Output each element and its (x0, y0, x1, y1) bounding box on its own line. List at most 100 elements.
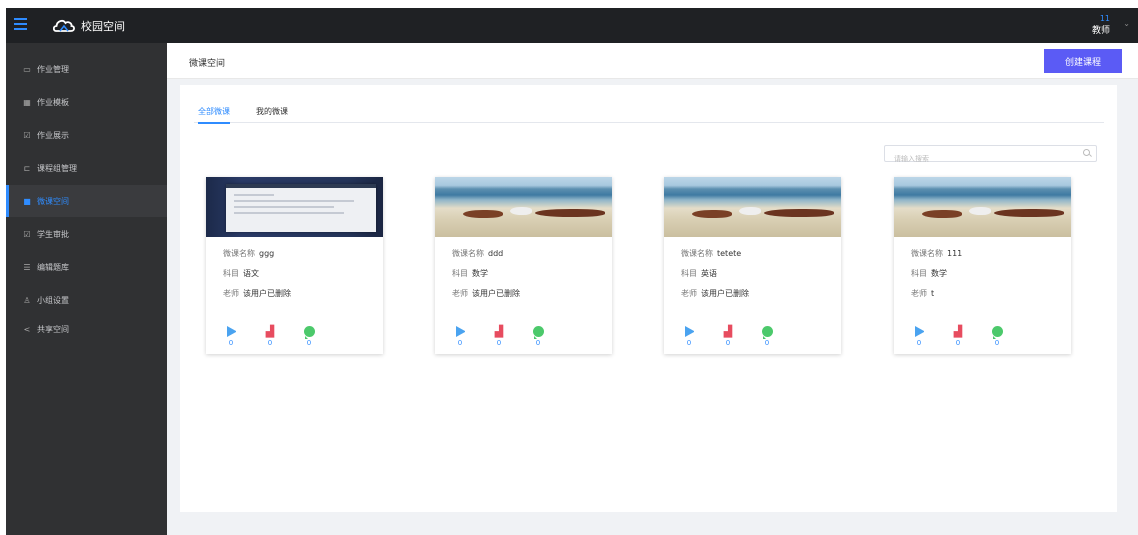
play-icon (455, 326, 465, 337)
course-card[interactable]: 微课名称 tetete 科目 英语 老师 该用户已删除 0 ▟ 0 0 (664, 177, 841, 354)
course-name-line: 微课名称 ggg (223, 249, 275, 258)
course-name: ggg (259, 249, 275, 258)
sidebar-item-label: 作业模板 (37, 97, 69, 107)
play-stat[interactable]: 0 (679, 326, 699, 347)
thumbs-up-icon: ▟ (953, 325, 963, 338)
course-name: ddd (488, 249, 504, 258)
course-teacher: 该用户已删除 (243, 289, 291, 298)
sidebar-item-shared-space[interactable]: < 共享空间 (6, 313, 167, 345)
create-course-button[interactable]: 创建课程 (1044, 49, 1122, 73)
course-subject: 数学 (931, 269, 947, 278)
like-stat[interactable]: ▟ 0 (489, 326, 509, 347)
grid-icon: ▦ (23, 97, 31, 107)
course-subject-line: 科目 英语 (681, 269, 717, 278)
search-icon[interactable] (1083, 149, 1090, 156)
folder-icon: ■ (23, 196, 31, 206)
app-title: 校园空间 (81, 20, 125, 33)
check-icon: ☑ (23, 130, 31, 140)
course-subject: 语文 (243, 269, 259, 278)
tab-all-courses[interactable]: 全部微课 (198, 106, 230, 124)
comment-stat[interactable]: 0 (299, 326, 319, 347)
cloud-logo-icon (53, 19, 75, 32)
course-thumbnail[interactable] (894, 177, 1071, 237)
play-icon (684, 326, 694, 337)
sidebar-item-label: 编辑题库 (37, 262, 69, 272)
content-panel: 全部微课 我的微课 微课名称ggg 科目语文 老师该用户已删除 0 ▟0 0 微… (180, 85, 1117, 512)
chevron-down-icon[interactable]: ⌄ (1123, 19, 1130, 28)
document-icon: ▭ (23, 64, 31, 74)
course-card[interactable]: 微课名称 ggg 科目 语文 老师 该用户已删除 0 ▟ 0 0 (206, 177, 383, 354)
course-teacher: 该用户已删除 (701, 289, 749, 298)
sidebar-item-label: 微课空间 (37, 196, 69, 206)
sidebar-item-question-bank[interactable]: ☰ 编辑题库 (6, 251, 167, 283)
sidebar-item-label: 作业管理 (37, 64, 69, 74)
comment-icon (761, 326, 773, 339)
play-stat[interactable]: 0 (909, 326, 929, 347)
group-icon: ⊏ (23, 163, 31, 173)
course-card[interactable]: 微课名称 111 科目 数学 老师 t 0 ▟ 0 0 (894, 177, 1071, 354)
course-thumbnail[interactable] (435, 177, 612, 237)
sidebar-item-homework-templates[interactable]: ▦ 作业模板 (6, 86, 167, 118)
user-role: 教师 (1091, 26, 1110, 36)
play-icon (914, 326, 924, 337)
check-icon: ☑ (23, 229, 31, 239)
thumbs-up-icon: ▟ (494, 325, 504, 338)
play-stat[interactable]: 0 (221, 326, 241, 347)
course-teacher: t (931, 289, 935, 298)
sidebar-item-course-groups[interactable]: ⊏ 课程组管理 (6, 152, 167, 184)
comment-stat[interactable]: 0 (757, 326, 777, 347)
sidebar-item-label: 共享空间 (37, 324, 69, 334)
comment-icon (303, 326, 315, 339)
share-icon: < (23, 324, 31, 334)
play-stat[interactable]: 0 (450, 326, 470, 347)
sidebar-item-group-settings[interactable]: ♙ 小组设置 (6, 284, 167, 316)
course-name: 111 (947, 249, 963, 258)
search-box (884, 145, 1097, 167)
course-subject: 英语 (701, 269, 717, 278)
sidebar-item-micro-course-space[interactable]: ■ 微课空间 (6, 185, 167, 217)
course-name-line: 微课名称 tetete (681, 249, 742, 258)
course-teacher: 该用户已删除 (472, 289, 520, 298)
user-menu[interactable]: 11 教师 (1092, 13, 1110, 37)
sidebar-item-homework-management[interactable]: ▭ 作业管理 (6, 53, 167, 85)
like-stat[interactable]: ▟ 0 (260, 326, 280, 347)
course-thumbnail[interactable] (206, 177, 383, 237)
course-card[interactable]: 微课名称 ddd 科目 数学 老师 该用户已删除 0 ▟ 0 0 (435, 177, 612, 354)
course-teacher-line: 老师 该用户已删除 (452, 289, 520, 298)
course-subject-line: 科目 数学 (911, 269, 947, 278)
play-icon (226, 326, 236, 337)
sidebar-item-label: 课程组管理 (37, 163, 77, 173)
search-input[interactable] (885, 151, 1065, 167)
like-stat[interactable]: ▟ 0 (948, 326, 968, 347)
user-id: 11 (1099, 14, 1110, 23)
list-icon: ☰ (23, 262, 31, 272)
page-header: 微课空间 创建课程 (167, 43, 1138, 79)
tab-my-courses[interactable]: 我的微课 (256, 106, 288, 122)
sidebar-item-label: 学生审批 (37, 229, 69, 239)
user-icon: ♙ (23, 295, 31, 305)
course-subject-line: 科目 数学 (452, 269, 488, 278)
course-teacher-line: 老师 该用户已删除 (223, 289, 291, 298)
sidebar-item-homework-showcase[interactable]: ☑ 作业展示 (6, 119, 167, 151)
course-thumbnail[interactable] (664, 177, 841, 237)
sidebar-item-label: 作业展示 (37, 130, 69, 140)
sidebar-item-label: 小组设置 (37, 295, 69, 305)
comment-stat[interactable]: 0 (987, 326, 1007, 347)
course-subject: 数学 (472, 269, 488, 278)
like-stat[interactable]: ▟ 0 (718, 326, 738, 347)
sidebar: ▭ 作业管理 ▦ 作业模板 ☑ 作业展示 ⊏ 课程组管理 ■ 微课空间 ☑ 学生审批 ☰ 编辑… (6, 43, 167, 535)
menu-toggle-icon[interactable] (14, 18, 27, 31)
course-name-line: 微课名称 ddd (452, 249, 504, 258)
top-bar: 校园空间 11 教师 ⌄ (6, 8, 1138, 43)
course-name: tetete (717, 249, 742, 258)
course-subject-line: 科目 语文 (223, 269, 259, 278)
tab-bar: 全部微课 我的微课 (194, 103, 1104, 124)
comment-icon (532, 326, 544, 339)
thumbs-up-icon: ▟ (723, 325, 733, 338)
course-teacher-line: 老师 该用户已删除 (681, 289, 749, 298)
comment-stat[interactable]: 0 (528, 326, 548, 347)
thumbs-up-icon: ▟ (265, 325, 275, 338)
comment-icon (991, 326, 1003, 339)
sidebar-item-student-approval[interactable]: ☑ 学生审批 (6, 218, 167, 250)
course-teacher-line: 老师 t (911, 289, 935, 298)
